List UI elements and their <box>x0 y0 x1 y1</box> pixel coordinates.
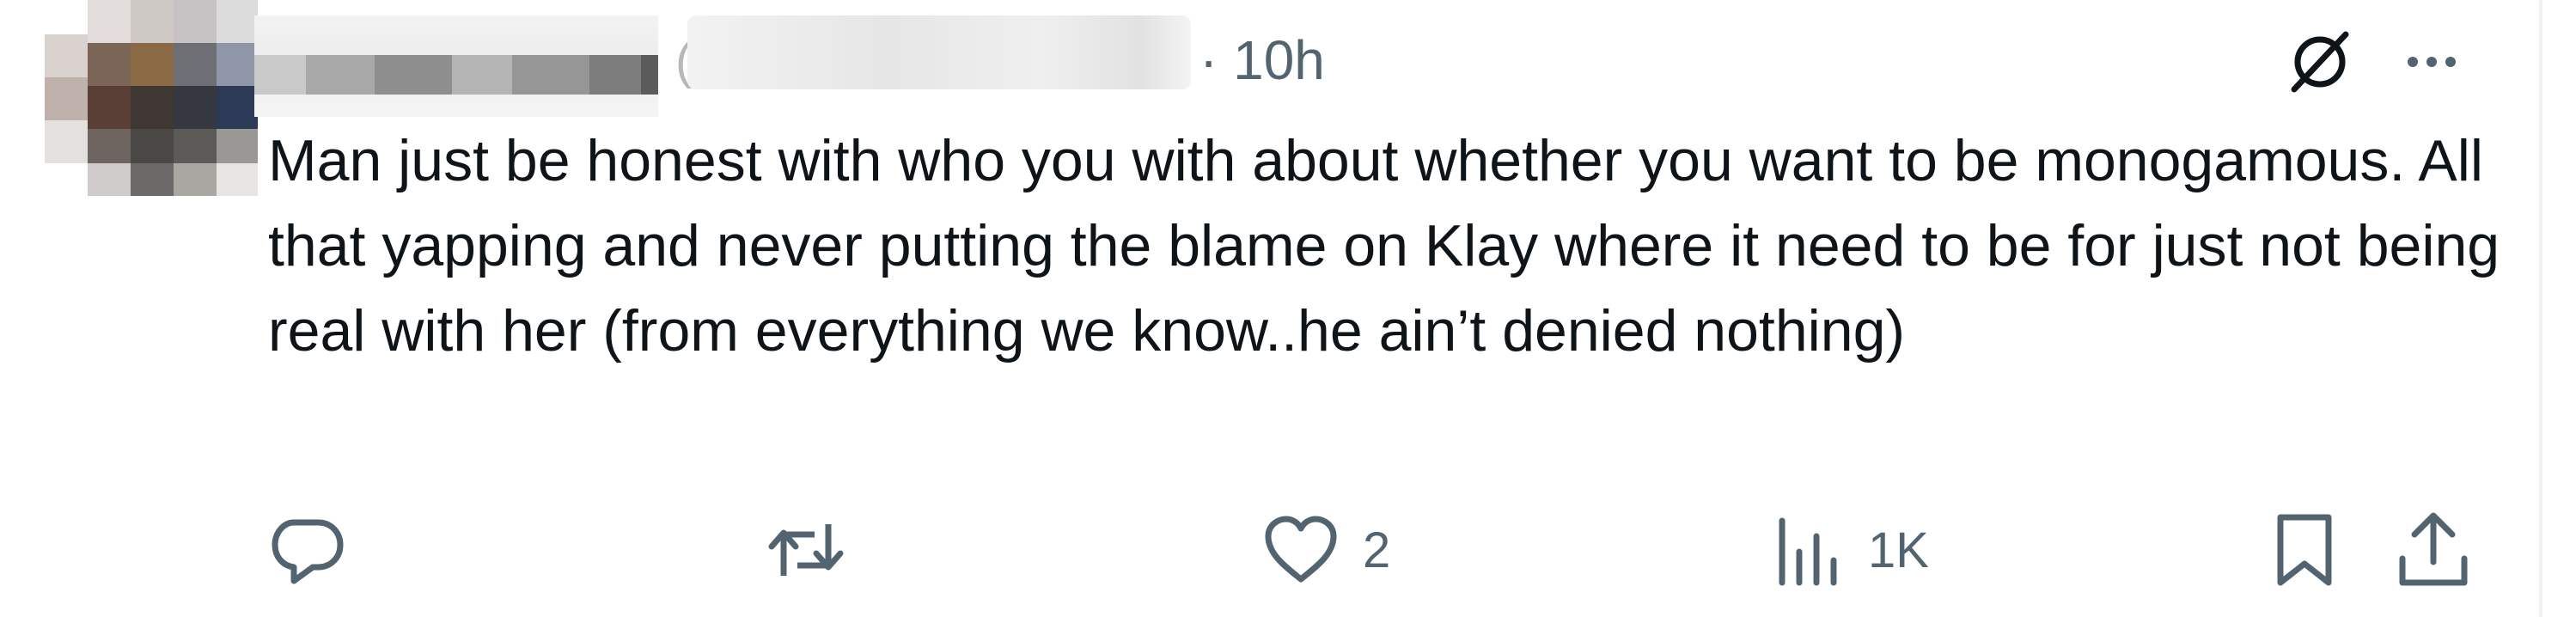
display-name-redacted[interactable] <box>254 15 658 117</box>
bookmark-icon <box>2268 509 2341 591</box>
tweet-header: ( · 10h <box>0 0 2576 120</box>
like-button[interactable]: 2 <box>1261 507 1390 593</box>
repost-button[interactable] <box>765 507 847 593</box>
timestamp[interactable]: · 10h <box>1199 24 1325 96</box>
like-count: 2 <box>1363 522 1391 578</box>
repost-icon <box>765 509 847 591</box>
bookmark-button[interactable] <box>2268 507 2341 593</box>
grok-slash-icon[interactable] <box>2284 26 2356 98</box>
reply-button[interactable] <box>268 507 347 593</box>
heart-icon <box>1261 510 1340 590</box>
reply-bubble-icon <box>268 510 347 590</box>
share-upload-icon <box>2394 509 2473 591</box>
tweet-actions: 2 1K <box>0 490 2576 610</box>
views-bar-chart-icon <box>1773 510 1846 590</box>
more-dots-icon[interactable] <box>2396 26 2468 98</box>
views-count: 1K <box>1868 522 1929 578</box>
handle-redacted[interactable] <box>687 15 1191 89</box>
views-button[interactable]: 1K <box>1773 507 1929 593</box>
tweet-text: Man just be honest with who you with abo… <box>268 128 2500 363</box>
tweet[interactable]: ( · 10h Man just be honest with who you … <box>0 0 2576 617</box>
share-button[interactable] <box>2394 507 2473 593</box>
